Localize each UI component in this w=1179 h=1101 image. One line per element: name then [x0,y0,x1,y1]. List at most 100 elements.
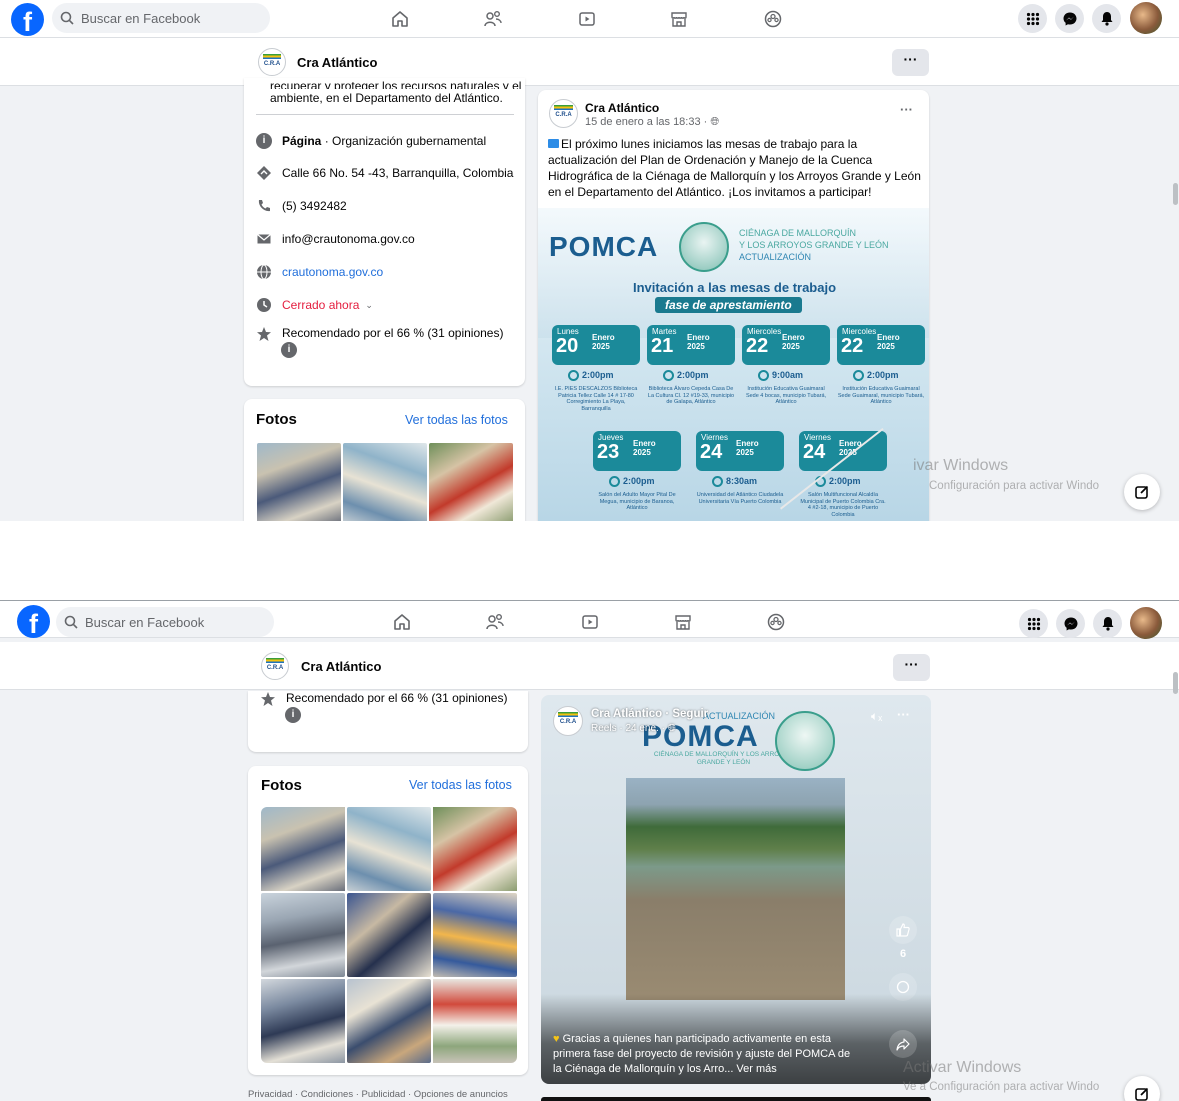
photo-thumbnail[interactable] [261,979,345,1063]
reel-video-card[interactable]: POMCA ACTUALIZACIÓN CIÉNAGA DE MALLORQUÍ… [541,695,931,1084]
share-icon[interactable] [889,1030,917,1058]
photo-thumbnail[interactable] [261,893,345,977]
windows-activation-title: ivar Windows [913,457,1009,474]
compose-icon [1135,485,1149,499]
top-navbar: f [0,600,1179,639]
post-date[interactable]: 15 de enero a las 18:33 · 🌐︎ [585,116,719,129]
rating-info-icon[interactable]: i [281,342,297,358]
hummingbird-emblem [775,711,835,771]
reel-author-avatar[interactable]: C.R.A [553,706,583,736]
hours-row[interactable]: Cerrado ahora ⌄ [256,297,373,313]
alarm-clock-icon [609,476,620,488]
windows-activation-title: Activar Windows [903,1059,1022,1076]
alarm-clock-icon [712,476,723,488]
intro-text: ambiente, en el Departamento del Atlánti… [270,91,503,105]
groups-icon[interactable] [763,609,789,635]
photo-thumbnail[interactable] [433,893,517,977]
info-icon: i [256,133,272,149]
calendar-emoji-icon [548,139,559,148]
page-title: Cra Atlántico [297,55,378,70]
facebook-logo[interactable]: f [17,605,50,638]
home-icon[interactable] [389,609,415,635]
video-icon[interactable] [577,609,603,635]
marketplace-icon[interactable] [666,6,692,32]
intro-card-bottom: Recomendado por el 66 % (31 opiniones) i [248,691,528,752]
user-avatar[interactable] [1130,2,1162,34]
photo-thumbnail[interactable] [433,979,517,1063]
search-input[interactable] [81,10,251,26]
scrollbar-thumb[interactable] [1173,183,1178,205]
website-link[interactable]: crautonoma.gov.co [282,265,383,279]
search-box[interactable] [56,607,274,637]
footer-links[interactable]: Privacidad · Condiciones · Publicidad · … [248,1089,508,1100]
windows-activation-subtitle: Ve a Configuración para activar Windo [903,1081,1100,1093]
photo-thumbnail[interactable] [433,807,517,891]
photos-title: Fotos [261,777,302,794]
day-number: 24 [803,441,826,463]
event-date-box: Miercoles 22 Enero 2025 [837,325,925,365]
event-venue: Institución Educativa Guaimaral Sede Gua… [837,386,925,405]
marketplace-icon[interactable] [670,609,696,635]
photo-thumbnail[interactable] [347,893,431,977]
day-number: 22 [841,335,864,357]
month-year: Enero 2025 [633,439,656,457]
category-text: · Organización gubernamental [321,134,487,148]
windows-activation-subtitle: Configuración para activar Windo [929,480,1100,492]
photo-thumbnail[interactable] [257,443,341,521]
alarm-clock-icon [663,370,674,382]
alarm-clock-icon [568,370,579,382]
post-author-avatar[interactable]: C.R.A [549,99,578,128]
divider [256,114,514,115]
flyer-subtitle-3: ACTUALIZACIÓN [739,252,812,262]
reel-caption[interactable]: ♥ Gracias a quienes han participado acti… [553,1032,858,1077]
address-row: Calle 66 No. 54 -43, Barranquilla, Colom… [256,165,513,181]
website-row[interactable]: crautonoma.gov.co [256,264,383,280]
messenger-icon[interactable] [1056,609,1085,638]
photo-thumbnail[interactable] [261,807,345,891]
photo-thumbnail[interactable] [343,443,427,521]
month-year: Enero 2025 [687,333,710,351]
event-time: 2:00pm [853,370,899,382]
photo-thumbnail[interactable] [347,979,431,1063]
scrollbar-thumb[interactable] [1173,672,1178,694]
search-input[interactable] [85,614,255,630]
new-message-compose-button[interactable] [1124,1076,1160,1101]
messenger-icon[interactable] [1055,4,1084,33]
home-icon[interactable] [387,6,413,32]
photos-card: Fotos Ver todas las fotos [244,399,525,521]
event-date-box: Lunes 20 Enero 2025 [552,325,640,365]
video-icon[interactable] [574,6,600,32]
mute-icon[interactable]: 🔈︎ₓ [871,709,882,724]
friends-icon[interactable] [480,6,506,32]
chevron-down-icon[interactable]: ⌄ [365,300,373,311]
hummingbird-emblem [679,222,729,272]
like-icon[interactable] [889,916,917,944]
notifications-bell-icon[interactable] [1093,609,1122,638]
more-options-button[interactable]: ··· [892,49,929,76]
rating-info-icon[interactable]: i [285,707,301,723]
day-number: 21 [651,335,674,357]
see-all-photos-link[interactable]: Ver todas las fotos [405,413,508,427]
reel-more-icon[interactable]: ··· [897,707,910,722]
user-avatar[interactable] [1130,607,1162,639]
facebook-logo[interactable]: f [11,3,44,36]
month-year: Enero 2025 [877,333,900,351]
event-date-box: Miercoles 22 Enero 2025 [742,325,830,365]
new-message-compose-button[interactable] [1124,474,1160,510]
reel-author-follow[interactable]: Cra Atlántico · Seguir [591,708,708,720]
aerial-lagoon-video [626,778,845,1000]
city-skyline-background [538,208,929,338]
search-box[interactable] [52,3,270,33]
menu-grid-icon[interactable] [1018,4,1047,33]
photo-thumbnail[interactable] [347,807,431,891]
notifications-bell-icon[interactable] [1092,4,1121,33]
menu-grid-icon[interactable] [1019,609,1048,638]
photo-thumbnail[interactable] [429,443,513,521]
post-more-icon[interactable]: ··· [900,102,913,117]
groups-icon[interactable] [760,6,786,32]
event-time: 2:00pm [663,370,709,382]
post-author[interactable]: Cra Atlántico [585,101,659,115]
friends-icon[interactable] [482,609,508,635]
more-options-button[interactable]: ··· [893,654,930,681]
see-all-photos-link[interactable]: Ver todas las fotos [409,778,512,792]
